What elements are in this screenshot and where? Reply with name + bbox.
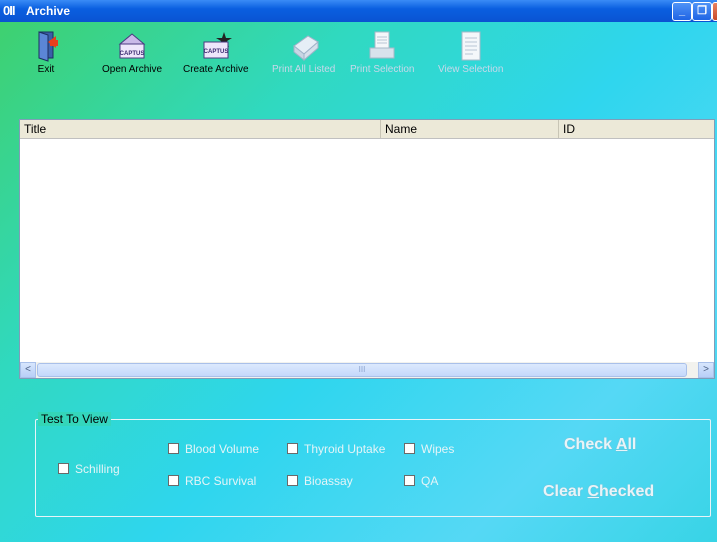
checkbox-label: Blood Volume	[185, 442, 260, 456]
exit-door-icon	[38, 31, 58, 62]
column-header-name[interactable]: Name	[381, 120, 559, 138]
checkbox-qa[interactable]: QA	[404, 474, 438, 488]
checkbox-label: Wipes	[421, 442, 455, 456]
checkbox-box[interactable]	[287, 443, 298, 454]
window-title: Archive	[26, 4, 71, 18]
check-all-accelerator: A	[615, 436, 628, 453]
test-to-view-legend: Test To View	[38, 412, 111, 426]
print-all-listed-label: Print All Listed	[272, 64, 336, 75]
captus-create-icon: CAPTUS	[203, 32, 232, 59]
check-all-button[interactable]: Check All	[564, 436, 636, 454]
checkbox-label: QA	[421, 474, 439, 488]
checkbox-box[interactable]	[404, 475, 415, 486]
checkbox-wipes[interactable]: Wipes	[404, 442, 454, 456]
checkbox-blood-volume[interactable]: Blood Volume	[168, 442, 259, 456]
checkbox-box[interactable]	[287, 475, 298, 486]
checkbox-label: Thyroid Uptake	[304, 442, 386, 456]
test-to-view-group	[35, 419, 711, 517]
checkbox-label: Schilling	[75, 462, 120, 476]
checkbox-box[interactable]	[168, 475, 179, 486]
close-button[interactable]: x	[712, 2, 717, 21]
checkbox-rbc-survival[interactable]: RBC Survival	[168, 474, 256, 488]
exit-label: Exit	[37, 64, 55, 75]
print-selection-button[interactable]: Print Selection	[350, 30, 414, 75]
svg-text:CAPTUS: CAPTUS	[120, 51, 145, 57]
open-archive-label: Open Archive	[102, 64, 163, 75]
checkbox-box[interactable]	[404, 443, 415, 454]
column-header-id[interactable]: ID	[559, 120, 714, 138]
scroll-right-icon[interactable]: >	[698, 362, 714, 378]
checkbox-label: Bioassay	[304, 474, 353, 488]
clear-checked-button[interactable]: Clear Checked	[543, 483, 654, 501]
create-archive-label: Create Archive	[183, 64, 249, 75]
svg-text:CAPTUS: CAPTUS	[203, 49, 228, 55]
checkbox-box[interactable]	[58, 463, 69, 474]
view-document-icon	[461, 31, 481, 61]
title-bar[interactable]: 0II Archive _ ❐ x	[0, 0, 717, 22]
minimize-button[interactable]: _	[672, 2, 692, 21]
scroll-left-icon[interactable]: <	[20, 362, 36, 378]
column-header-title[interactable]: Title	[20, 120, 381, 138]
horizontal-scrollbar[interactable]: < III >	[20, 362, 714, 378]
print-all-listed-button[interactable]: Print All Listed	[272, 30, 335, 75]
clear-checked-accelerator: C	[587, 483, 600, 500]
check-all-label-rest: ll	[627, 436, 637, 453]
printer-icon	[292, 35, 319, 62]
clear-checked-label-rest: hecked	[599, 483, 655, 500]
create-archive-button[interactable]: CAPTUS Create Archive	[183, 30, 249, 75]
view-selection-label: View Selection	[438, 64, 504, 75]
checkbox-bioassay[interactable]: Bioassay	[287, 474, 353, 488]
checkbox-box[interactable]	[168, 443, 179, 454]
captus-open-icon: CAPTUS	[118, 33, 146, 59]
view-selection-button[interactable]: View Selection	[438, 30, 503, 75]
app-icon: 0II	[3, 3, 16, 18]
restore-button[interactable]: ❐	[692, 2, 712, 21]
print-selection-label: Print Selection	[350, 64, 415, 75]
archive-window: 0II Archive _ ❐ x Exit CAPTUS Open Archi…	[0, 0, 717, 542]
checkbox-label: RBC Survival	[185, 474, 257, 488]
checkbox-thyroid-uptake[interactable]: Thyroid Uptake	[287, 442, 385, 456]
print-document-icon	[369, 31, 395, 59]
clear-checked-label: Clear	[543, 483, 588, 500]
scroll-thumb[interactable]: III	[37, 363, 687, 377]
exit-button[interactable]: Exit	[28, 30, 64, 75]
list-header: Title Name ID	[20, 120, 714, 139]
check-all-label: Check	[564, 436, 616, 453]
open-archive-button[interactable]: CAPTUS Open Archive	[102, 30, 162, 75]
checkbox-schilling[interactable]: Schilling	[58, 462, 120, 476]
archive-list[interactable]: Title Name ID < III >	[19, 119, 715, 379]
